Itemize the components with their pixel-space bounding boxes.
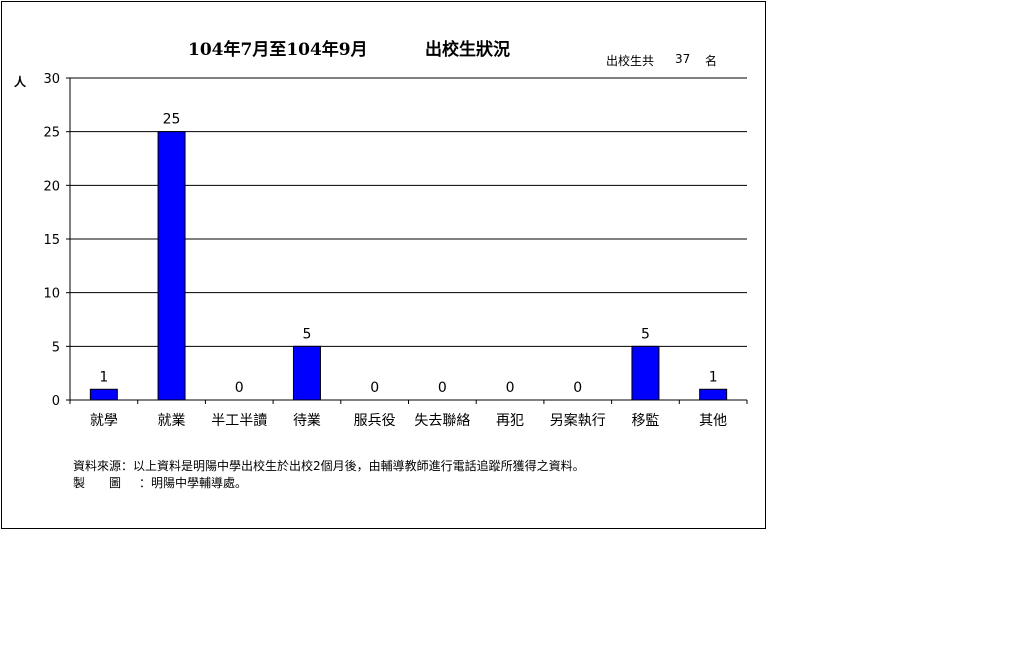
- category-label: 其他: [699, 413, 727, 429]
- chart-frame: 0 5 10 15 20 25 30 1 就學 25 就業 0 半工半讀 5 待業 0 服兵役 0 失去聯絡 0 再犯 0…: [1, 1, 766, 529]
- total-students-label: 出校生共: [606, 54, 655, 68]
- bar-chart: 0510152025301就學25就業0半工半讀5待業0服兵役0失去聯絡0再犯0…: [43, 72, 748, 429]
- category-label: 再犯: [496, 413, 524, 429]
- data-label: 0: [438, 380, 447, 396]
- y-tick-label: 30: [43, 72, 60, 87]
- data-label: 1: [99, 369, 108, 385]
- data-label: 1: [709, 369, 718, 385]
- data-source-note: 資料來源：以上資料是明陽中學出校生於出校2個月後，由輔導教師進行電話追蹤所獲得之…: [73, 459, 585, 473]
- category-label: 就業: [158, 413, 186, 429]
- data-label: 0: [573, 380, 582, 396]
- chart-title-date-range: 104年7月至104年9月: [188, 40, 368, 60]
- bar: [631, 345, 660, 401]
- chart-maker-note: 製 圖 ：明陽中學輔導處。: [73, 474, 247, 491]
- data-label: 0: [235, 380, 244, 396]
- category-label: 待業: [293, 413, 321, 429]
- y-tick-label: 5: [52, 340, 60, 355]
- category-label: 就學: [90, 413, 118, 429]
- data-label: 25: [163, 112, 181, 128]
- bar: [292, 345, 321, 401]
- y-tick-label: 10: [43, 287, 60, 302]
- category-label: 半工半讀: [211, 413, 267, 429]
- category-label: 移監: [631, 412, 659, 429]
- chart-maker-value: ：明陽中學輔導處。: [139, 476, 248, 490]
- chart-maker-key: 製 圖: [73, 476, 122, 490]
- bar: [89, 388, 118, 401]
- data-label: 5: [302, 326, 311, 342]
- y-tick-label: 25: [43, 126, 60, 141]
- category-label: 另案執行: [550, 412, 606, 429]
- category-label: 失去聯絡: [414, 413, 470, 429]
- bar: [699, 388, 728, 401]
- data-label: 0: [506, 380, 515, 396]
- category-label: 服兵役: [354, 413, 396, 429]
- bar: [157, 131, 186, 401]
- y-tick-label: 15: [43, 233, 60, 248]
- y-tick-label: 0: [52, 394, 60, 409]
- data-label: 0: [370, 380, 379, 396]
- data-label: 5: [641, 326, 650, 342]
- chart-title: 出校生狀況: [425, 40, 510, 60]
- y-axis-label: 人: [14, 75, 27, 89]
- total-students-count: 37: [675, 52, 691, 66]
- total-students-unit: 名: [705, 54, 718, 68]
- y-tick-label: 20: [43, 179, 60, 194]
